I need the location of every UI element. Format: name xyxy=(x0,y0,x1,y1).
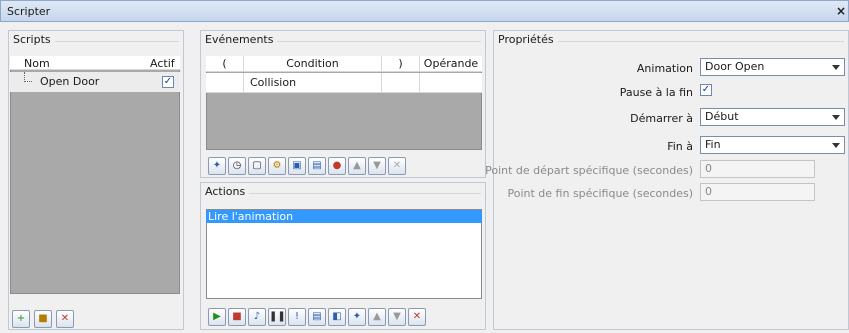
move-down-icon[interactable]: ▼ xyxy=(368,157,386,175)
events-header: ( Condition ) Opérande xyxy=(206,56,482,72)
scripts-col-name[interactable]: Nom xyxy=(24,57,50,70)
title-bar: Scripter × xyxy=(0,0,849,22)
scripts-title: Scripts xyxy=(13,33,55,47)
chevron-down-icon xyxy=(832,143,840,148)
event-close xyxy=(382,73,420,93)
properties-title: Propriétés xyxy=(498,33,558,47)
end-point-input[interactable]: 0 xyxy=(700,183,815,201)
gears-icon[interactable]: ⚙ xyxy=(268,157,286,175)
script-active-checkbox[interactable]: ✓ xyxy=(162,76,174,88)
actions-toolbar: ▶ ■ ♪ ❚❚ ! ▤ ◧ ✦ ▲ ▼ ✕ xyxy=(208,308,468,328)
image-icon[interactable]: ▣ xyxy=(288,157,306,175)
message-icon[interactable]: ! xyxy=(288,308,306,326)
start-select[interactable]: Début xyxy=(700,108,845,126)
delete-script-icon[interactable]: ✕ xyxy=(56,310,74,328)
event-condition: Collision xyxy=(244,73,382,93)
end-point-label: Point de fin spécifique (secondes) xyxy=(507,187,694,200)
clock-icon[interactable]: ◷ xyxy=(228,157,246,175)
events-col-condition[interactable]: Condition xyxy=(244,56,382,72)
move-up-icon[interactable]: ▲ xyxy=(348,157,366,175)
events-col-operand[interactable]: Opérande xyxy=(420,56,482,72)
start-label: Démarrer à xyxy=(630,112,693,125)
show-hide-icon[interactable]: ◧ xyxy=(328,308,346,326)
animation-value: Door Open xyxy=(705,60,765,73)
window-title: Scripter xyxy=(7,5,51,18)
events-title: Evénements xyxy=(205,33,278,47)
events-col-open[interactable]: ( xyxy=(206,56,244,72)
tree-line-icon xyxy=(24,72,32,82)
scripts-header: Nom Actif xyxy=(10,56,180,70)
frame-icon[interactable]: ▢ xyxy=(248,157,266,175)
end-select[interactable]: Fin xyxy=(700,136,845,154)
event-open xyxy=(206,73,244,93)
delete-event-icon[interactable]: ✕ xyxy=(388,157,406,175)
open-script-icon[interactable]: ■ xyxy=(34,310,52,328)
variable-icon[interactable]: ▤ xyxy=(308,157,326,175)
event-row[interactable]: Collision xyxy=(206,73,482,93)
wizard-icon[interactable]: ✦ xyxy=(208,157,226,175)
delete-action-icon[interactable]: ✕ xyxy=(408,308,426,326)
events-toolbar: ✦ ◷ ▢ ⚙ ▣ ▤ ● ▲ ▼ ✕ xyxy=(208,157,448,177)
animation-select[interactable]: Door Open xyxy=(700,58,845,76)
sound-icon[interactable]: ♪ xyxy=(248,308,266,326)
add-script-icon[interactable]: + xyxy=(12,310,30,328)
pause-checkbox[interactable]: ✓ xyxy=(700,84,712,96)
end-label: Fin à xyxy=(667,140,693,153)
close-icon[interactable]: × xyxy=(836,4,846,18)
pause-icon[interactable]: ❚❚ xyxy=(268,308,286,326)
chevron-down-icon xyxy=(832,65,840,70)
action-move-up-icon[interactable]: ▲ xyxy=(368,308,386,326)
script-row[interactable]: Open Door ✓ xyxy=(10,72,180,92)
chevron-down-icon xyxy=(832,115,840,120)
variable-action-icon[interactable]: ▤ xyxy=(308,308,326,326)
start-point-label: Point de départ spécifique (secondes) xyxy=(485,164,693,177)
script-name: Open Door xyxy=(40,75,100,88)
event-operand xyxy=(420,73,482,93)
record-icon[interactable]: ● xyxy=(328,157,346,175)
action-move-down-icon[interactable]: ▼ xyxy=(388,308,406,326)
start-point-input[interactable]: 0 xyxy=(700,160,815,178)
stop-icon[interactable]: ■ xyxy=(228,308,246,326)
start-value: Début xyxy=(705,110,739,123)
scripts-toolbar: + ■ ✕ xyxy=(12,310,92,330)
pause-label: Pause à la fin xyxy=(619,86,693,99)
scripts-col-active[interactable]: Actif xyxy=(150,57,175,70)
end-value: Fin xyxy=(705,138,721,151)
play-icon[interactable]: ▶ xyxy=(208,308,226,326)
animation-label: Animation xyxy=(636,62,693,75)
events-col-close[interactable]: ) xyxy=(382,56,420,72)
actions-title: Actions xyxy=(205,185,250,199)
wizard-action-icon[interactable]: ✦ xyxy=(348,308,366,326)
action-item[interactable]: Lire l'animation xyxy=(206,210,482,223)
